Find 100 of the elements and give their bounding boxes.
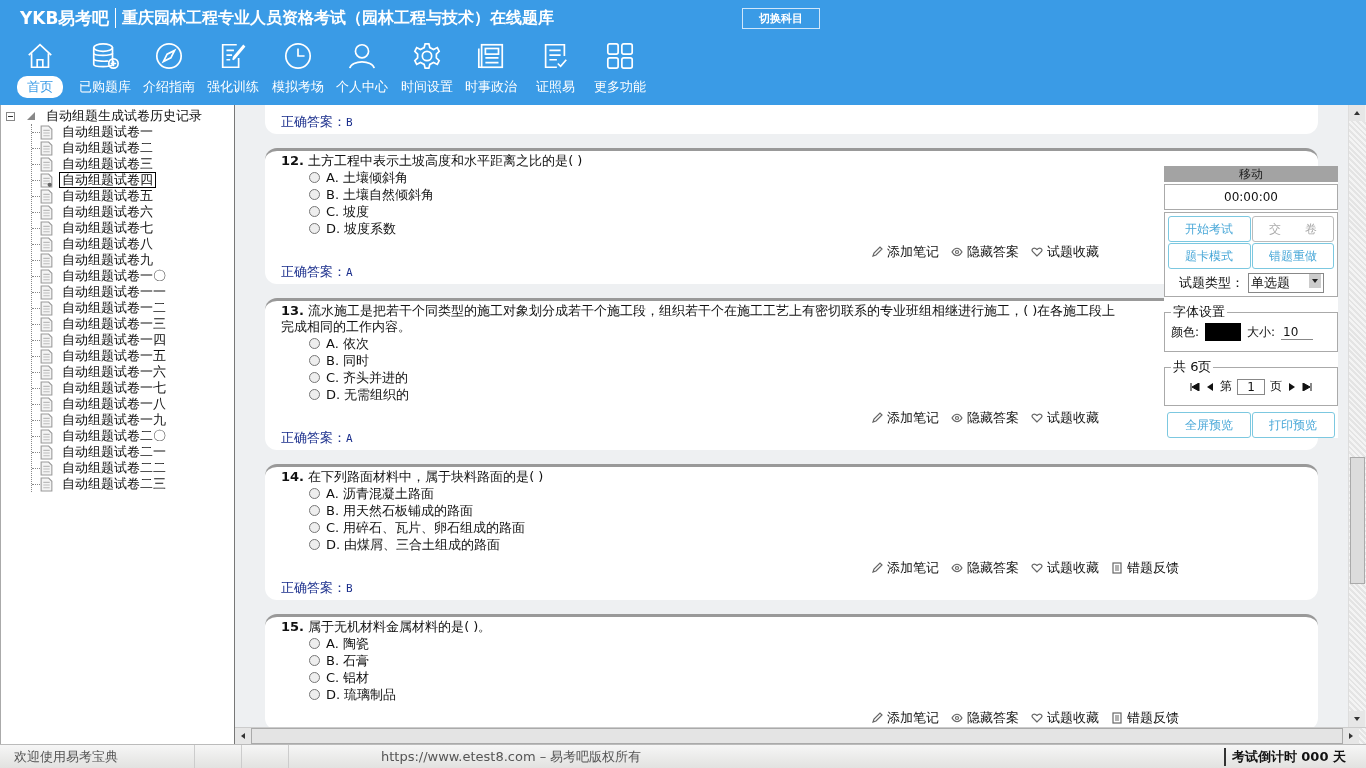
tree-item[interactable]: 自动组题试卷二〇 <box>59 428 169 444</box>
radio-button[interactable] <box>309 338 320 349</box>
option-label[interactable]: D. 坡度系数 <box>326 219 397 238</box>
option-label[interactable]: A. 土壤倾斜角 <box>326 168 408 187</box>
vertical-scrollbar[interactable] <box>1348 105 1366 727</box>
dropdown-caret-icon[interactable] <box>1308 274 1321 288</box>
radio-button[interactable] <box>309 206 320 217</box>
document-icon <box>40 300 53 316</box>
newspaper-icon[interactable] <box>475 41 506 71</box>
tree-item[interactable]: 自动组题试卷一八 <box>59 396 169 412</box>
radio-button[interactable] <box>309 539 320 550</box>
tree-item[interactable]: 自动组题试卷一一 <box>59 284 169 300</box>
option-label[interactable]: C. 铝材 <box>326 668 370 687</box>
action-link[interactable]: 添加笔记 <box>887 559 939 577</box>
tree-item[interactable]: 自动组题试卷一六 <box>59 364 169 380</box>
tree-item[interactable]: 自动组题试卷一〇 <box>59 268 169 284</box>
option-label[interactable]: B. 同时 <box>326 351 370 370</box>
radio-button[interactable] <box>309 638 320 649</box>
tree-item[interactable]: 自动组题试卷八 <box>59 236 156 252</box>
action-link[interactable]: 隐藏答案 <box>967 243 1019 261</box>
option-label[interactable]: B. 土壤自然倾斜角 <box>326 185 435 204</box>
panel-title[interactable]: 移动 <box>1164 166 1338 182</box>
radio-button[interactable] <box>309 488 320 499</box>
radio-button[interactable] <box>309 672 320 683</box>
tree-item[interactable]: 自动组题试卷七 <box>59 220 156 236</box>
tree-item[interactable]: 自动组题试卷二二 <box>59 460 169 476</box>
option-label[interactable]: D. 琉璃制品 <box>326 685 397 704</box>
tree-item[interactable]: 自动组题试卷三 <box>59 156 156 172</box>
action-link[interactable]: 试题收藏 <box>1047 243 1099 261</box>
option-label[interactable]: D. 无需组织的 <box>326 385 410 404</box>
action-link[interactable]: 隐藏答案 <box>967 409 1019 427</box>
page-field[interactable]: 1 <box>1237 378 1265 395</box>
type-select[interactable]: 单选题 <box>1247 273 1324 293</box>
tree-item[interactable]: 自动组题试卷一五 <box>59 348 169 364</box>
action-link[interactable]: 添加笔记 <box>887 709 939 727</box>
radio-button[interactable] <box>309 372 320 383</box>
document-icon <box>40 236 53 252</box>
pencil-icon <box>871 412 883 424</box>
action-link[interactable]: 添加笔记 <box>887 409 939 427</box>
action-link[interactable]: 试题收藏 <box>1047 409 1099 427</box>
option-label[interactable]: B. 用天然石板铺成的路面 <box>326 501 474 520</box>
clock-icon[interactable] <box>282 41 313 71</box>
size-field[interactable]: 10 <box>1281 324 1314 340</box>
tree-item[interactable]: 自动组题试卷四 <box>59 172 156 188</box>
first-page-icon[interactable] <box>1190 382 1200 391</box>
scroll-right-icon[interactable] <box>1343 728 1359 744</box>
color-swatch[interactable] <box>1205 323 1242 341</box>
option-label[interactable]: A. 沥青混凝土路面 <box>326 484 434 503</box>
collapse-icon[interactable] <box>6 111 15 121</box>
option-label[interactable]: D. 由煤屑、三合土组成的路面 <box>326 535 501 554</box>
action-link[interactable]: 错题反馈 <box>1127 709 1179 727</box>
settings-icon[interactable] <box>411 41 442 71</box>
action-link[interactable]: 隐藏答案 <box>967 709 1019 727</box>
tree-item[interactable]: 自动组题试卷一三 <box>59 316 169 332</box>
next-page-icon[interactable] <box>1287 382 1297 391</box>
radio-button[interactable] <box>309 223 320 234</box>
action-link[interactable]: 试题收藏 <box>1047 559 1099 577</box>
user-icon[interactable] <box>347 41 378 71</box>
scroll-thumb[interactable] <box>1350 457 1365 584</box>
scroll-left-icon[interactable] <box>235 728 251 744</box>
previous-page-icon[interactable] <box>1205 382 1215 391</box>
action-link[interactable]: 隐藏答案 <box>967 559 1019 577</box>
tree-item[interactable]: 自动组题试卷一四 <box>59 332 169 348</box>
tree-item[interactable]: 自动组题试卷一七 <box>59 380 169 396</box>
scroll-down-icon[interactable] <box>1349 711 1365 727</box>
action-link[interactable]: 错题反馈 <box>1127 559 1179 577</box>
document-icon <box>40 476 53 492</box>
last-page-icon[interactable] <box>1302 382 1312 391</box>
radio-button[interactable] <box>309 172 320 183</box>
tree-item[interactable]: 自动组题试卷五 <box>59 188 156 204</box>
grid-icon[interactable] <box>604 41 635 71</box>
tree-item[interactable]: 自动组题试卷二 <box>59 140 156 156</box>
option-label[interactable]: A. 陶瓷 <box>326 634 369 653</box>
action-link[interactable]: 添加笔记 <box>887 243 939 261</box>
scroll-up-icon[interactable] <box>1349 105 1365 121</box>
radio-button[interactable] <box>309 655 320 666</box>
tree-item[interactable]: 自动组题试卷一二 <box>59 300 169 316</box>
tree-item[interactable]: 自动组题试卷一九 <box>59 412 169 428</box>
tree-item[interactable]: 自动组题试卷九 <box>59 252 156 268</box>
tree-root[interactable]: 自动组题生成试卷历史记录 <box>43 108 205 124</box>
radio-button[interactable] <box>309 689 320 700</box>
radio-button[interactable] <box>309 389 320 400</box>
radio-button[interactable] <box>309 355 320 366</box>
action-link[interactable]: 试题收藏 <box>1047 709 1099 727</box>
tree-item[interactable]: 自动组题试卷二一 <box>59 444 169 460</box>
option-label[interactable]: A. 依次 <box>326 334 369 353</box>
option-label[interactable]: C. 用碎石、瓦片、卵石组成的路面 <box>326 518 526 537</box>
tree-item[interactable]: 自动组题试卷一 <box>59 124 156 140</box>
compass-icon[interactable] <box>153 41 184 71</box>
document-icon <box>40 364 53 380</box>
radio-button[interactable] <box>309 522 320 533</box>
radio-button[interactable] <box>309 505 320 516</box>
radio-button[interactable] <box>309 189 320 200</box>
correct-answer: 正确答案：A <box>281 430 353 445</box>
option-label[interactable]: B. 石膏 <box>326 651 370 670</box>
option-label[interactable]: C. 坡度 <box>326 202 370 221</box>
eye-icon <box>951 562 963 574</box>
tree-item[interactable]: 自动组题试卷六 <box>59 204 156 220</box>
tree-item[interactable]: 自动组题试卷二三 <box>59 476 169 492</box>
option-label[interactable]: C. 齐头并进的 <box>326 368 409 387</box>
